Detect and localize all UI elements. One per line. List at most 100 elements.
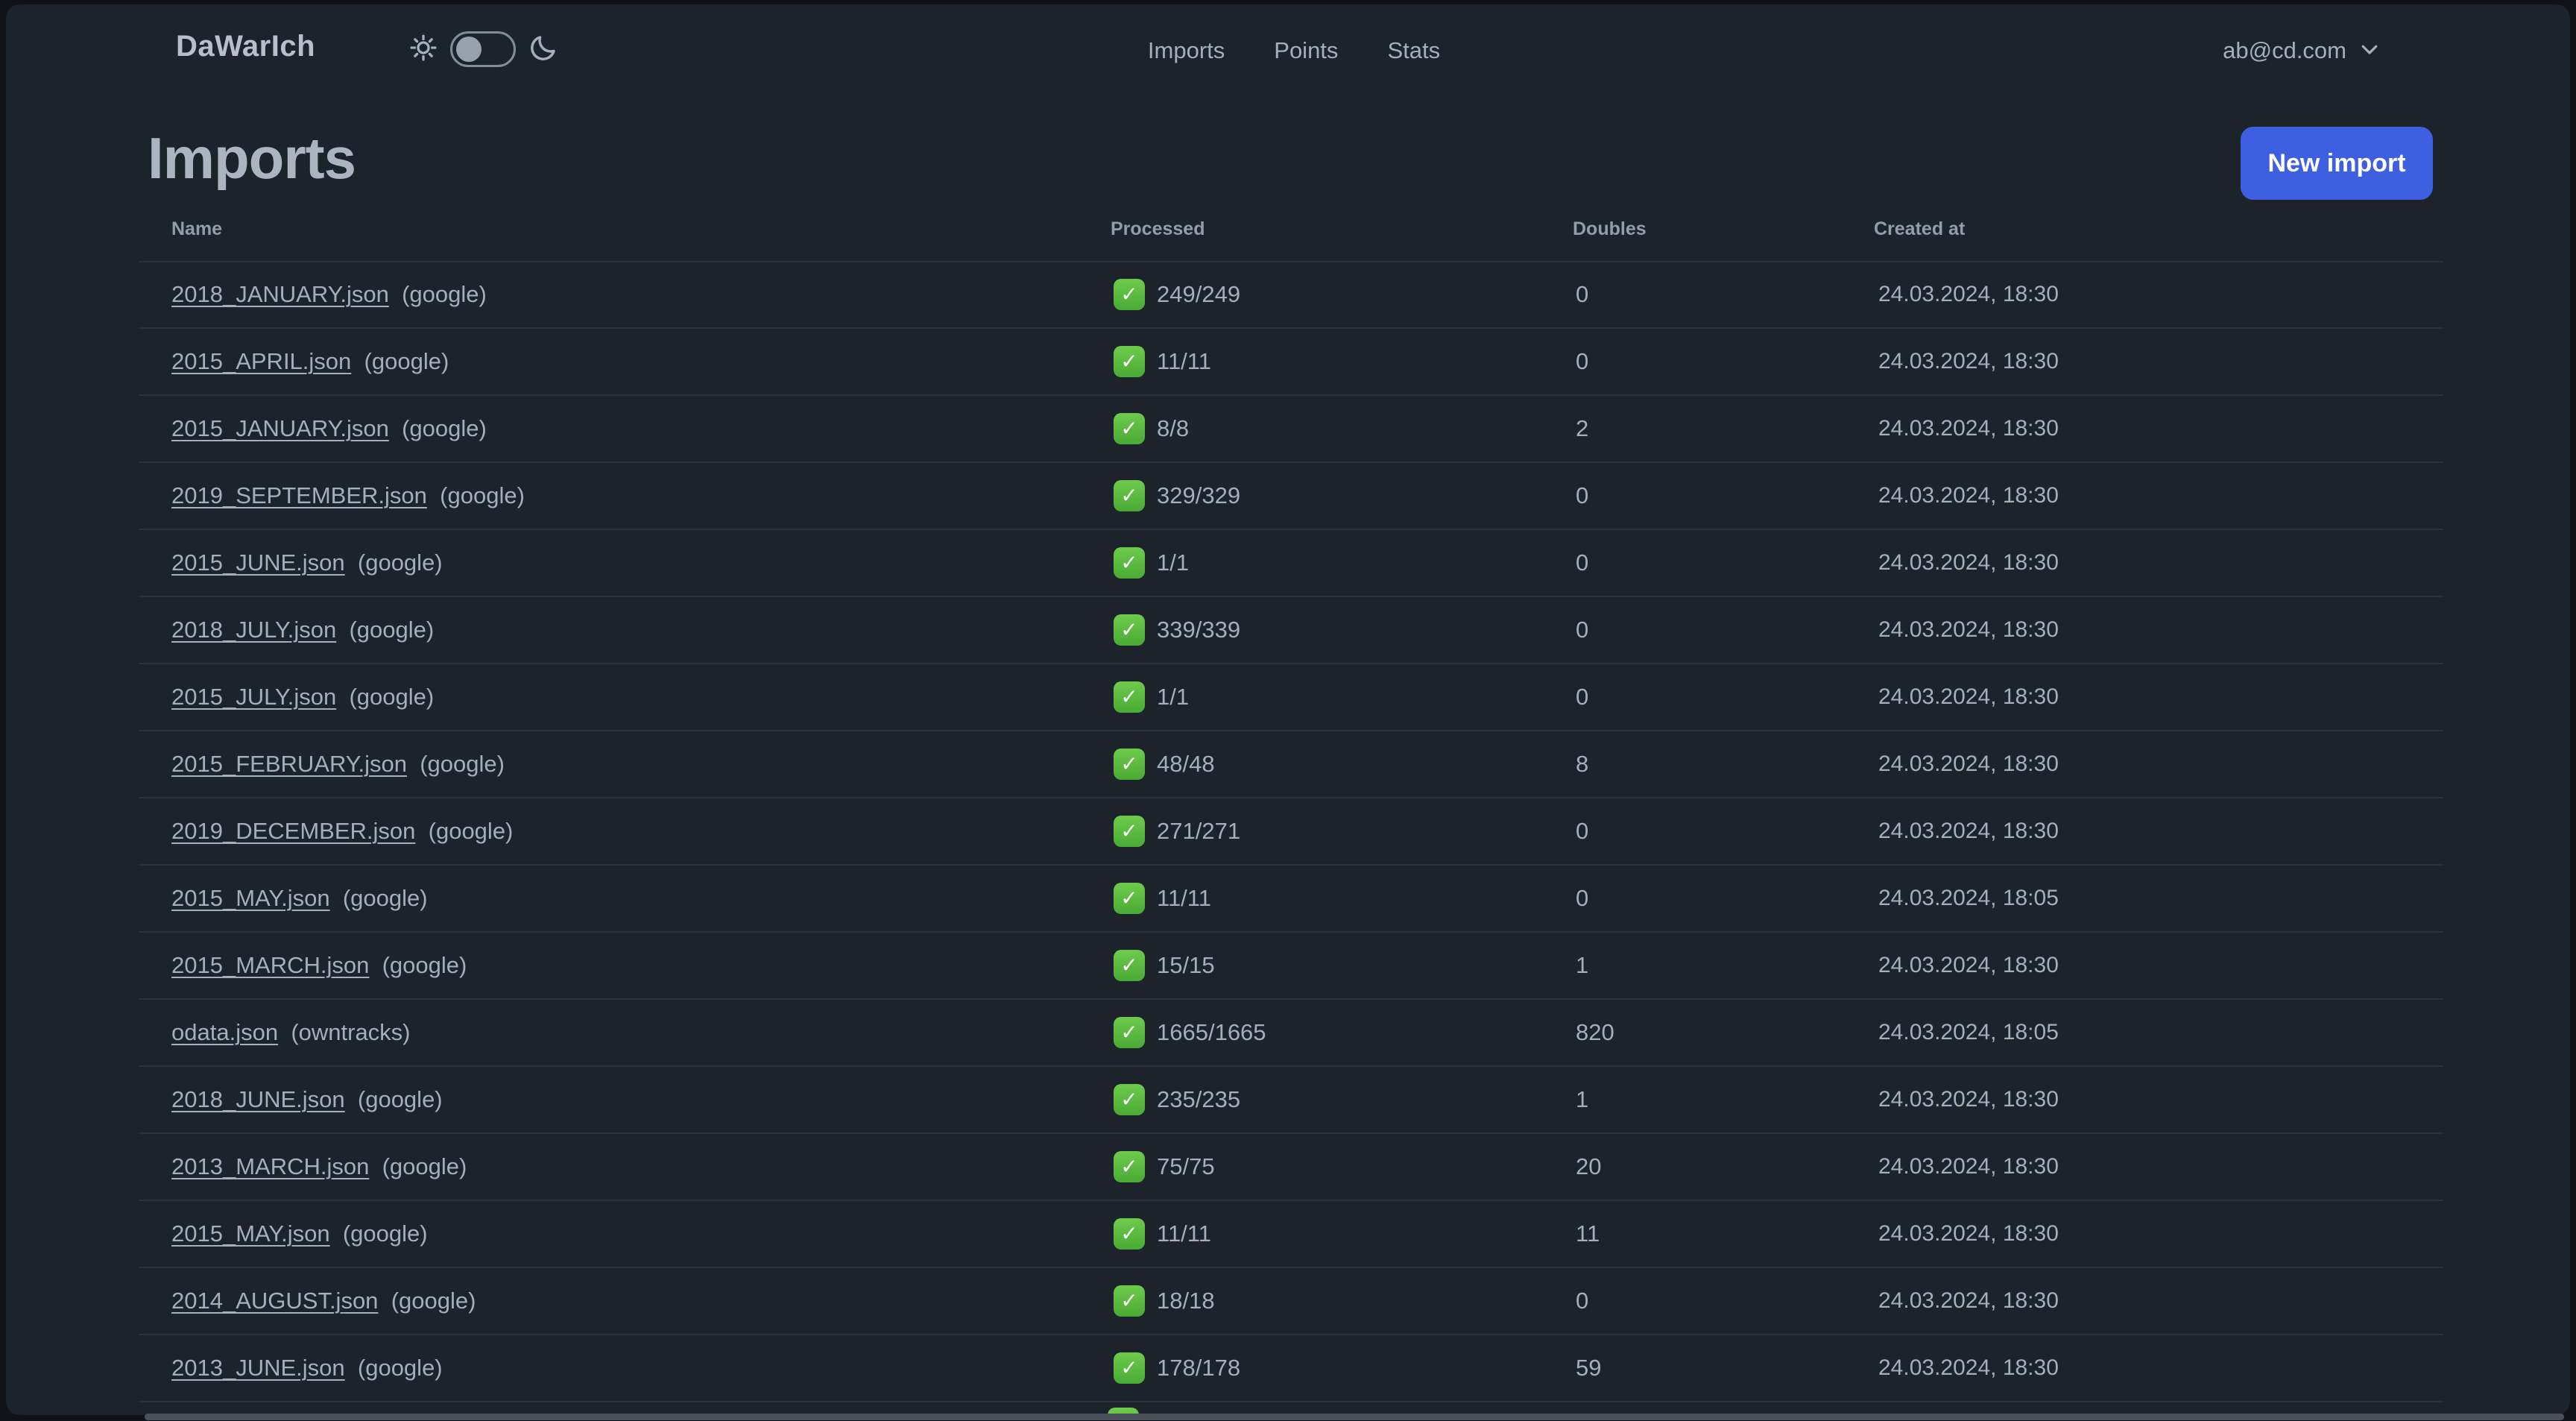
check-icon (1114, 279, 1145, 310)
processed-count: 1/1 (1157, 684, 1190, 710)
processed-count: 271/271 (1157, 818, 1241, 844)
doubles-cell: 0 (1576, 617, 1589, 643)
check-icon (1114, 1352, 1145, 1384)
name-cell: 2015_JUNE.json (google) (171, 549, 443, 576)
import-source-value: (google) (357, 1086, 443, 1112)
nav-link-points[interactable]: Points (1274, 37, 1338, 64)
import-source-label (351, 1086, 358, 1112)
name-cell: 2015_JULY.json (google) (171, 684, 434, 710)
name-cell: 2013_MARCH.json (google) (171, 1153, 467, 1180)
doubles-cell: 2 (1576, 415, 1589, 441)
name-cell: 2018_JANUARY.json (google) (171, 281, 487, 308)
import-source-value: (google) (382, 1153, 467, 1179)
name-cell: 2015_JANUARY.json (google) (171, 415, 487, 442)
column-header-doubles: Doubles (1573, 218, 1647, 239)
import-file-link[interactable]: odata.json (171, 1019, 278, 1045)
import-file-link[interactable]: 2019_SEPTEMBER.json (171, 482, 427, 508)
doubles-cell: 1 (1576, 1086, 1589, 1112)
import-file-link[interactable]: 2015_JULY.json (171, 684, 336, 710)
import-file-link[interactable]: 2015_JANUARY.json (171, 415, 389, 441)
import-file-link[interactable]: 2015_FEBRUARY.json (171, 751, 407, 777)
created-at-cell: 24.03.2024, 18:30 (1878, 1221, 2059, 1246)
import-file-link[interactable]: 2018_JANUARY.json (171, 281, 389, 307)
import-source-value: (google) (440, 482, 525, 508)
check-icon (1114, 614, 1145, 646)
processed-cell: 1/1 (1114, 681, 1189, 713)
import-file-link[interactable]: 2014_AUGUST.json (171, 1288, 378, 1314)
processed-count: 1665/1665 (1157, 1019, 1266, 1045)
processed-count: 11/11 (1157, 348, 1211, 374)
horizontal-scrollbar-thumb[interactable] (145, 1414, 2564, 1420)
name-cell: odata.json (owntracks) (171, 1019, 411, 1046)
table-row: 2018_JULY.json (google) 339/339 0 24.03.… (139, 597, 2443, 664)
import-source-value: (google) (382, 952, 467, 978)
name-cell: 2019_DECEMBER.json (google) (171, 818, 513, 845)
import-file-link[interactable]: 2018_JULY.json (171, 617, 336, 643)
new-import-button[interactable]: New import (2241, 127, 2433, 200)
import-file-link[interactable]: 2018_JUNE.json (171, 1086, 345, 1112)
import-file-link[interactable]: 2015_MARCH.json (171, 952, 369, 978)
import-source-value: (google) (402, 281, 487, 307)
processed-cell: 271/271 (1114, 816, 1240, 847)
processed-count: 235/235 (1157, 1086, 1241, 1112)
processed-count: 339/339 (1157, 617, 1241, 643)
column-header-processed: Processed (1111, 218, 1205, 239)
check-icon (1114, 1218, 1145, 1250)
processed-count: 178/178 (1157, 1355, 1241, 1381)
table-row: 2019_DECEMBER.json (google) 271/271 0 24… (139, 798, 2443, 866)
import-file-link[interactable]: 2015_JUNE.json (171, 549, 345, 576)
created-at-cell: 24.03.2024, 18:30 (1878, 1087, 2059, 1112)
table-row: 2019_SEPTEMBER.json (google) 329/329 0 2… (139, 463, 2443, 530)
import-source-value: (google) (420, 751, 505, 777)
processed-count: 48/48 (1157, 751, 1215, 777)
import-source-label (434, 482, 441, 508)
created-at-cell: 24.03.2024, 18:30 (1878, 349, 2059, 374)
nav-link-imports[interactable]: Imports (1148, 37, 1225, 64)
import-source-label (376, 1153, 382, 1179)
import-source-label (395, 281, 402, 307)
name-cell: 2014_AUGUST.json (google) (171, 1288, 476, 1314)
table-row: 2015_APRIL.json (google) 11/11 0 24.03.2… (139, 329, 2443, 396)
doubles-cell: 1 (1576, 952, 1589, 978)
doubles-cell: 20 (1576, 1153, 1602, 1179)
import-source-label (385, 1288, 391, 1314)
nav-link-stats[interactable]: Stats (1387, 37, 1440, 64)
processed-cell: 48/48 (1114, 749, 1215, 780)
processed-cell: 8/8 (1114, 413, 1189, 444)
user-menu[interactable]: ab@cd.com (2223, 37, 2381, 64)
check-icon (1114, 1151, 1145, 1182)
table-row: 2015_MARCH.json (google) 15/15 1 24.03.2… (139, 933, 2443, 1000)
import-source-value: (google) (364, 348, 449, 374)
import-file-link[interactable]: 2019_DECEMBER.json (171, 818, 415, 844)
created-at-cell: 24.03.2024, 18:30 (1878, 953, 2059, 977)
created-at-cell: 24.03.2024, 18:30 (1878, 1355, 2059, 1380)
import-file-link[interactable]: 2013_MARCH.json (171, 1153, 369, 1179)
check-icon (1114, 1017, 1145, 1048)
import-file-link[interactable]: 2015_APRIL.json (171, 348, 351, 374)
page-title: Imports (148, 125, 356, 191)
doubles-cell: 0 (1576, 482, 1589, 508)
processed-cell: 11/11 (1114, 883, 1211, 914)
created-at-cell: 24.03.2024, 18:05 (1878, 886, 2059, 910)
name-cell: 2018_JUNE.json (google) (171, 1086, 443, 1113)
import-file-link[interactable]: 2015_MAY.json (171, 885, 330, 911)
import-source-label (351, 549, 358, 576)
main-nav: Imports Points Stats (6, 37, 2570, 64)
processed-count: 11/11 (1157, 1220, 1211, 1247)
import-file-link[interactable]: 2013_JUNE.json (171, 1355, 345, 1381)
import-source-value: (google) (342, 885, 428, 911)
table-row: 2015_MAY.json (google) 11/11 0 24.03.202… (139, 866, 2443, 933)
processed-cell: 249/249 (1114, 279, 1240, 310)
table-row: 2013_MARCH.json (google) 75/75 20 24.03.… (139, 1134, 2443, 1201)
check-icon (1114, 413, 1145, 444)
table-row: 2015_JUNE.json (google) 1/1 0 24.03.2024… (139, 530, 2443, 597)
table-row: 2015_FEBRUARY.json (google) 48/48 8 24.0… (139, 731, 2443, 798)
doubles-cell: 0 (1576, 348, 1589, 374)
import-file-link[interactable]: 2015_MAY.json (171, 1220, 330, 1247)
created-at-cell: 24.03.2024, 18:30 (1878, 1288, 2059, 1313)
check-icon (1114, 749, 1145, 780)
name-cell: 2015_MAY.json (google) (171, 885, 428, 912)
processed-cell: 18/18 (1114, 1285, 1215, 1317)
processed-cell: 329/329 (1114, 480, 1240, 511)
check-icon (1114, 1285, 1145, 1317)
